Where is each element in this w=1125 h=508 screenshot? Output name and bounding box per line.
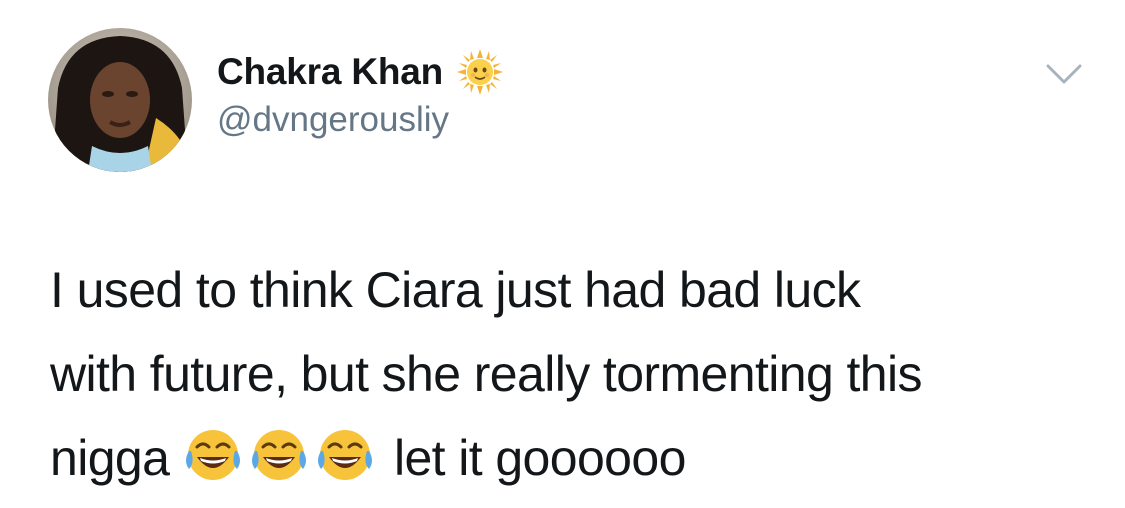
name-row: Chakra Khan — [217, 46, 504, 98]
display-name[interactable]: Chakra Khan — [217, 51, 443, 93]
username-handle[interactable]: @dvngerousliy — [217, 100, 503, 140]
avatar-photo — [48, 28, 192, 172]
tweet-card: Chakra Khan @dvngerousliy I used to thin… — [0, 0, 1125, 508]
sun-with-face-icon — [457, 49, 504, 95]
tweet-text: I used to think Ciara just had bad luck … — [50, 248, 1110, 500]
chevron-down-icon[interactable] — [1046, 62, 1082, 86]
face-with-tears-of-joy-icon — [249, 425, 309, 485]
face-with-tears-of-joy-icon — [183, 425, 243, 485]
tweet-text-word: let it goooooo — [393, 430, 686, 486]
tweet-text-line: with future, but she really tormenting t… — [50, 346, 922, 402]
tweet-text-line: nigga let it goooooo — [50, 416, 1110, 500]
avatar[interactable] — [48, 28, 192, 172]
face-with-tears-of-joy-icon — [315, 425, 375, 485]
tweet-text-line: I used to think Ciara just had bad luck — [50, 262, 861, 318]
tweet-author[interactable]: Chakra Khan @dvngerousliy — [217, 46, 504, 146]
tweet-text-word: nigga — [50, 430, 170, 486]
